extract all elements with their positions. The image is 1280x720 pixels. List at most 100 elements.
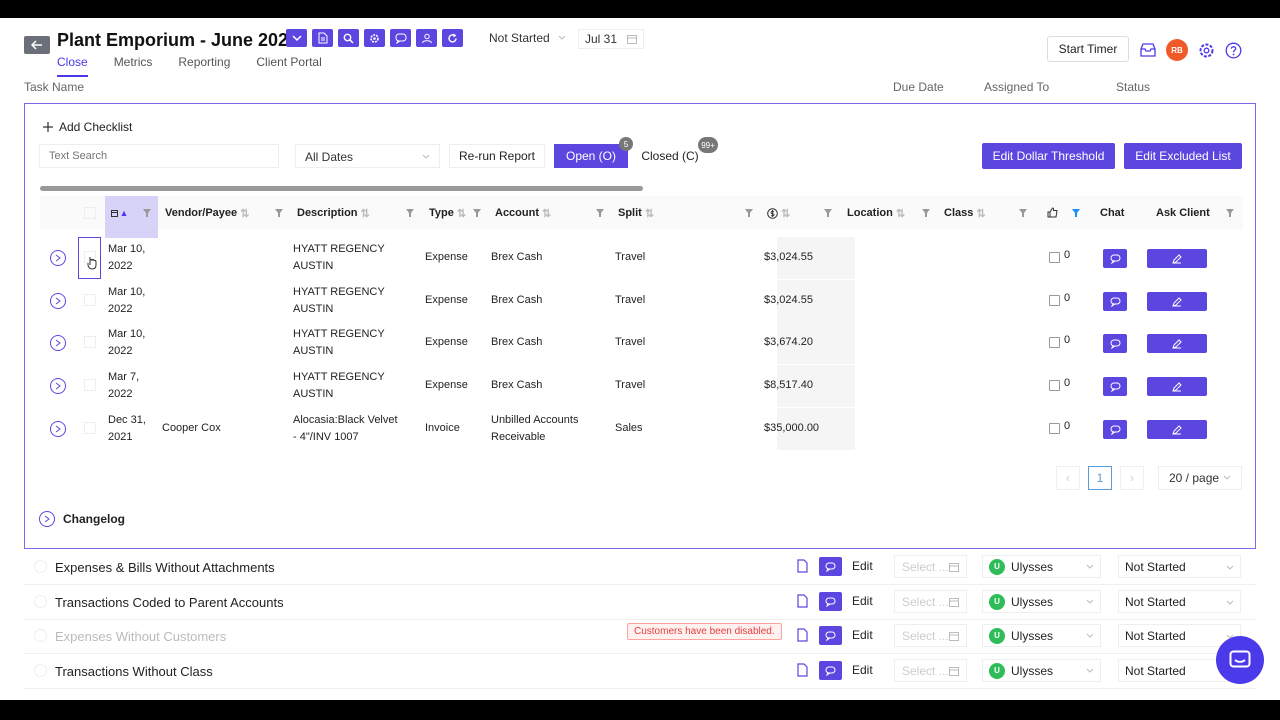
assignee-select[interactable]: U Ulysses [982,624,1101,647]
task-chat-button[interactable] [819,661,842,680]
row-chat-button[interactable] [1103,377,1127,396]
filter-icon[interactable] [275,209,283,217]
rerun-report-button[interactable]: Re-run Report [449,144,545,168]
task-row[interactable]: Transactions Coded to Parent Accounts Ed… [24,585,1256,620]
tab-reporting[interactable]: Reporting [178,55,230,77]
user-avatar[interactable]: RB [1166,39,1188,61]
task-title[interactable]: Transactions Coded to Parent Accounts [55,595,284,610]
row-checkbox[interactable] [84,422,96,434]
close-status-select[interactable]: Not Started [489,31,566,45]
header-amount[interactable]: ⇅ [767,196,790,230]
gear-icon[interactable] [1198,42,1215,59]
filter-icon[interactable] [596,209,604,217]
changelog-toggle[interactable]: Changelog [39,511,125,527]
ask-client-button[interactable] [1147,249,1207,268]
task-chat-button[interactable] [819,626,842,645]
assignee-select[interactable]: U Ulysses [982,659,1101,682]
filter-active-icon[interactable] [1072,209,1080,217]
expand-row-icon[interactable] [50,250,66,266]
header-vendor[interactable]: Vendor/Payee ⇅ [165,196,249,230]
document-icon[interactable] [797,594,808,608]
task-chat-button[interactable] [819,592,842,611]
ask-client-button[interactable] [1147,420,1207,439]
task-title[interactable]: Expenses Without Customers [55,629,226,644]
gear-icon[interactable] [364,29,385,47]
header-description[interactable]: Description ⇅ [297,196,370,230]
filter-icon[interactable] [824,209,832,217]
task-row[interactable]: Transactions Without Class Edit Select .… [24,654,1256,689]
add-checklist-button[interactable]: Add Checklist [43,120,132,134]
dates-filter-select[interactable]: All Dates [295,144,440,168]
document-icon[interactable] [797,628,808,642]
expand-row-icon[interactable] [50,421,66,437]
tab-client-portal[interactable]: Client Portal [256,55,321,77]
row-checkbox[interactable] [84,294,96,306]
filter-icon[interactable] [143,209,151,217]
filter-icon[interactable] [406,209,414,217]
support-chat-button[interactable] [1216,636,1264,684]
tab-metrics[interactable]: Metrics [114,55,153,77]
like-checkbox[interactable] [1049,423,1060,434]
search-icon[interactable] [338,29,359,47]
due-date-select[interactable]: Select ... [894,659,967,682]
thumbs-up-icon[interactable] [1047,207,1058,218]
open-filter-button[interactable]: Open (O) [554,144,628,168]
task-row[interactable]: Expenses Without Customers Customers hav… [24,619,1256,654]
inbox-icon[interactable] [1140,43,1156,57]
refresh-icon[interactable] [442,29,463,47]
ask-client-button[interactable] [1147,377,1207,396]
header-account[interactable]: Account ⇅ [495,196,551,230]
document-icon[interactable] [797,559,808,573]
chevron-down-icon[interactable] [286,29,307,47]
due-date-select[interactable]: Select ... [894,555,967,578]
task-status-select[interactable]: Not Started [1118,555,1241,578]
task-row[interactable]: Expenses & Bills Without Attachments Edi… [24,550,1256,585]
start-timer-button[interactable]: Start Timer [1047,36,1129,62]
like-checkbox[interactable] [1049,295,1060,306]
calendar-sort-icon[interactable] [111,209,129,218]
task-status-ring[interactable] [34,560,47,573]
task-edit-button[interactable]: Edit [852,594,873,608]
task-title[interactable]: Transactions Without Class [55,664,213,679]
like-checkbox[interactable] [1049,337,1060,348]
task-status-ring[interactable] [34,664,47,677]
select-all-checkbox[interactable] [84,207,96,219]
chat-icon[interactable] [390,29,411,47]
page-size-select[interactable]: 20 / page [1158,466,1242,490]
task-status-ring[interactable] [34,629,47,642]
due-date-select[interactable]: Select ... [894,590,967,613]
filter-icon[interactable] [1019,209,1027,217]
filter-icon[interactable] [922,209,930,217]
edit-excluded-list-button[interactable]: Edit Excluded List [1124,143,1242,169]
document-icon[interactable] [312,29,333,47]
back-button[interactable] [24,36,50,54]
filter-icon[interactable] [473,209,481,217]
task-status-ring[interactable] [34,595,47,608]
text-search-input[interactable] [39,144,279,168]
prev-page-button[interactable]: ‹ [1056,466,1080,490]
like-checkbox[interactable] [1049,380,1060,391]
filter-icon[interactable] [1226,209,1234,217]
users-icon[interactable] [416,29,437,47]
assignee-select[interactable]: U Ulysses [982,555,1101,578]
filter-icon[interactable] [745,209,753,217]
document-icon[interactable] [797,663,808,677]
page-1-button[interactable]: 1 [1088,466,1112,490]
header-type[interactable]: Type ⇅ [429,196,466,230]
task-edit-button[interactable]: Edit [852,628,873,642]
expand-row-icon[interactable] [50,335,66,351]
task-status-select[interactable]: Not Started [1118,590,1241,613]
header-split[interactable]: Split ⇅ [618,196,654,230]
task-chat-button[interactable] [819,557,842,576]
edit-dollar-threshold-button[interactable]: Edit Dollar Threshold [982,143,1115,169]
due-date-select[interactable]: Select ... [894,624,967,647]
assignee-select[interactable]: U Ulysses [982,590,1101,613]
row-chat-button[interactable] [1103,420,1127,439]
next-page-button[interactable]: › [1120,466,1144,490]
like-checkbox[interactable] [1049,252,1060,263]
task-edit-button[interactable]: Edit [852,663,873,677]
closed-filter-button[interactable]: Closed (C) [631,144,709,168]
header-location[interactable]: Location ⇅ [847,196,905,230]
row-chat-button[interactable] [1103,249,1127,268]
header-class[interactable]: Class ⇅ [944,196,986,230]
